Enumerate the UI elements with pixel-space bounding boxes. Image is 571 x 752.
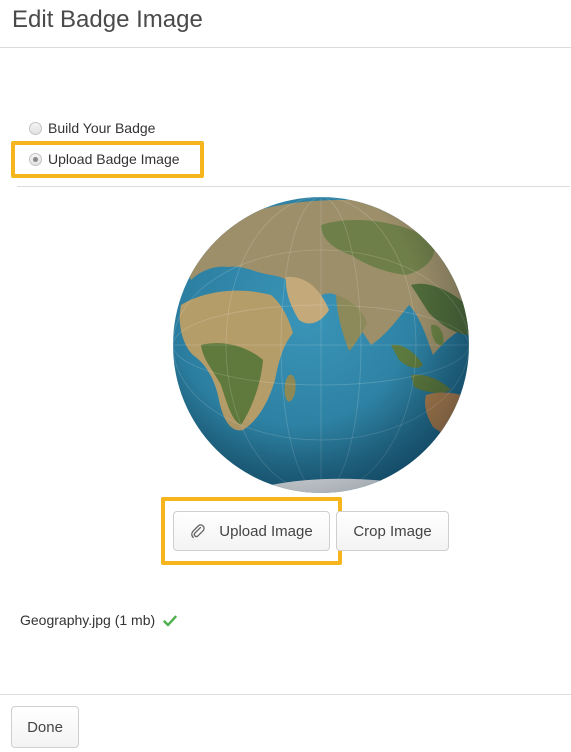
radio-label: Upload Badge Image <box>48 151 180 167</box>
radio-upload-badge-image[interactable]: Upload Badge Image <box>29 151 180 167</box>
header-divider <box>0 47 571 48</box>
crop-image-button[interactable]: Crop Image <box>336 511 449 551</box>
crop-image-label: Crop Image <box>353 522 432 540</box>
globe-image <box>173 197 469 493</box>
radio-label: Build Your Badge <box>48 120 156 136</box>
page-title: Edit Badge Image <box>12 6 203 33</box>
radio-build-your-badge[interactable]: Build Your Badge <box>29 120 155 136</box>
done-button[interactable]: Done <box>11 706 79 748</box>
radio-button[interactable] <box>29 152 42 166</box>
badge-image-preview <box>171 195 471 495</box>
paperclip-icon <box>190 523 206 539</box>
checkmark-icon <box>163 614 177 627</box>
radio-button[interactable] <box>29 121 42 135</box>
done-label: Done <box>27 718 63 736</box>
upload-image-label: Upload Image <box>219 522 313 540</box>
uploaded-file-info: Geography.jpg (1 mb) <box>20 612 177 628</box>
file-name: Geography.jpg (1 mb) <box>20 612 156 628</box>
footer-divider <box>0 694 571 695</box>
upload-image-button[interactable]: Upload Image <box>173 511 330 551</box>
section-divider <box>17 186 570 187</box>
